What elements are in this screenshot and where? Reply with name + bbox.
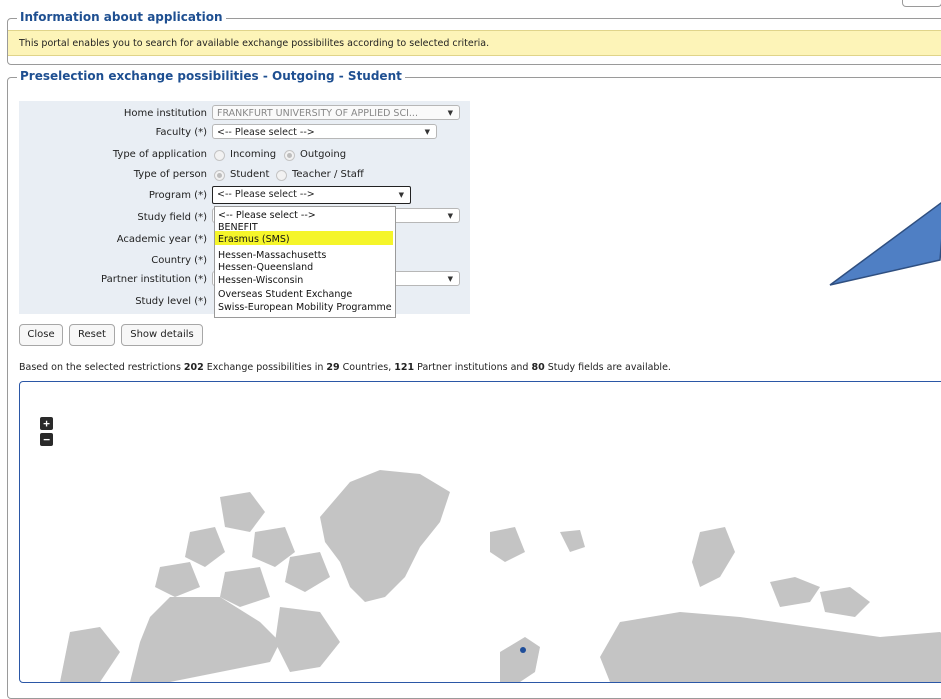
- faculty-select[interactable]: <-- Please select --> ▼: [212, 124, 437, 139]
- home-institution-value: FRANKFURT UNIVERSITY OF APPLIED SCI...: [217, 108, 418, 119]
- program-label: Program (*): [148, 190, 207, 201]
- map-view[interactable]: + −: [19, 381, 941, 683]
- close-button[interactable]: Close: [19, 324, 63, 346]
- study-level-label: Study level (*): [135, 296, 207, 307]
- radio-teacher-staff[interactable]: [276, 170, 287, 181]
- radio-incoming[interactable]: [214, 150, 225, 161]
- chevron-down-icon: ▼: [447, 212, 453, 220]
- faculty-label: Faculty (*): [155, 127, 207, 138]
- partner-institution-label: Partner institution (*): [101, 274, 207, 285]
- faculty-value: <-- Please select -->: [217, 127, 315, 138]
- dropdown-option-overseas[interactable]: Overseas Student Exchange: [218, 289, 352, 300]
- type-of-person-label: Type of person: [133, 169, 207, 180]
- summary-prefix: Based on the selected restrictions: [19, 362, 184, 373]
- greenland-shape: [320, 470, 450, 602]
- preselection-legend: Preselection exchange possibilities - Ou…: [17, 69, 405, 83]
- radio-student[interactable]: [214, 170, 225, 181]
- map-marker: [520, 647, 526, 653]
- summary-text: Based on the selected restrictions 202 E…: [19, 362, 671, 373]
- program-select[interactable]: <-- Please select --> ▼: [212, 186, 411, 204]
- top-tab-remnant: [902, 0, 941, 7]
- arctic-islands-shape: [220, 492, 265, 532]
- dropdown-option-erasmus[interactable]: Erasmus (SMS): [218, 234, 290, 245]
- radio-teacher-staff-label: Teacher / Staff: [292, 169, 364, 180]
- country-label: Country (*): [151, 255, 207, 266]
- dropdown-option-hessen-queensland[interactable]: Hessen-Queensland: [218, 262, 313, 273]
- chevron-down-icon: ▼: [447, 275, 453, 283]
- partner-count: 121: [394, 362, 415, 373]
- callout-annotation: [829, 202, 941, 286]
- info-legend: Information about application: [17, 10, 226, 24]
- program-value: <-- Please select -->: [217, 189, 315, 200]
- radio-student-label: Student: [230, 169, 270, 180]
- chevron-down-icon: ▼: [447, 109, 453, 117]
- summary-suffix: Study fields are available.: [544, 362, 671, 373]
- svalbard-shape: [490, 527, 525, 562]
- dropdown-option-swiss-european[interactable]: Swiss-European Mobility Programme: [218, 302, 392, 313]
- radio-outgoing[interactable]: [284, 150, 295, 161]
- summary-mid1: Exchange possibilities in: [203, 362, 327, 373]
- reset-button[interactable]: Reset: [69, 324, 115, 346]
- dropdown-option-please-select[interactable]: <-- Please select -->: [218, 210, 316, 221]
- radio-outgoing-label: Outgoing: [300, 149, 347, 160]
- info-text: This portal enables you to search for av…: [19, 38, 490, 49]
- exchange-count: 202: [183, 362, 204, 373]
- type-of-application-label: Type of application: [112, 149, 207, 160]
- dropdown-option-hessen-massachusetts[interactable]: Hessen-Massachusetts: [218, 250, 326, 261]
- chevron-down-icon: ▼: [398, 191, 404, 199]
- dropdown-option-hessen-wisconsin[interactable]: Hessen-Wisconsin: [218, 275, 303, 286]
- chevron-down-icon: ▼: [424, 128, 430, 136]
- radio-incoming-label: Incoming: [230, 149, 277, 160]
- home-institution-select: FRANKFURT UNIVERSITY OF APPLIED SCI... ▼: [212, 105, 460, 120]
- scandinavia-shape: [500, 637, 540, 682]
- info-banner: This portal enables you to search for av…: [8, 30, 941, 56]
- summary-mid3: Partner institutions and: [414, 362, 532, 373]
- field-count: 80: [531, 362, 545, 373]
- land-masses: [60, 470, 941, 682]
- country-count: 29: [326, 362, 340, 373]
- dropdown-option-benefit[interactable]: BENEFIT: [218, 222, 258, 233]
- home-institution-label: Home institution: [123, 108, 207, 119]
- show-details-button[interactable]: Show details: [121, 324, 203, 346]
- academic-year-label: Academic year (*): [116, 234, 207, 245]
- summary-mid2: Countries,: [339, 362, 395, 373]
- world-map: [60, 470, 941, 682]
- study-field-label: Study field (*): [137, 212, 207, 223]
- novaya-zemlya-shape: [692, 527, 735, 587]
